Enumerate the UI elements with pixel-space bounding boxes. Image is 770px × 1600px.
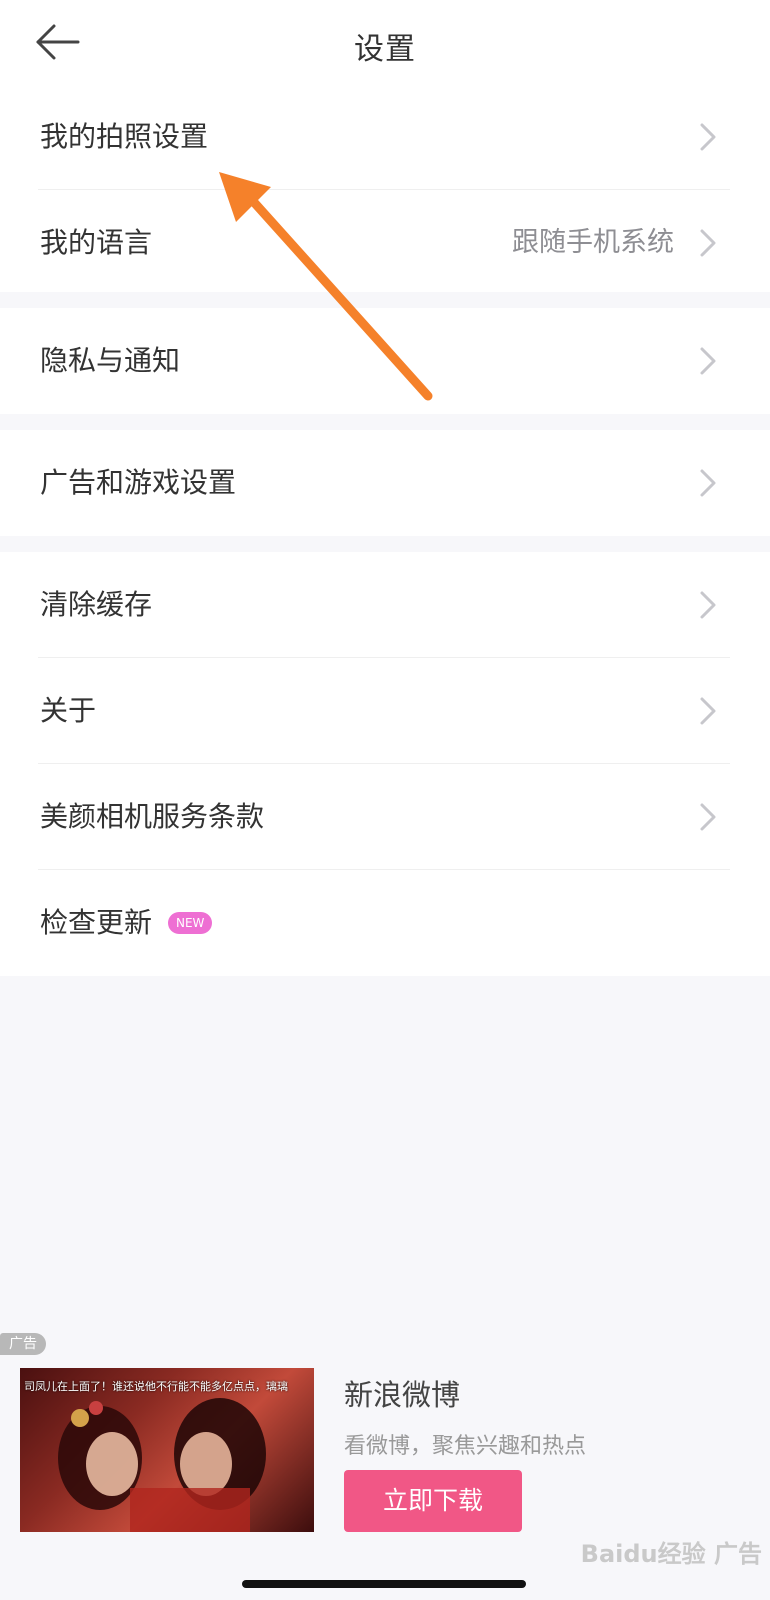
settings-group-1: 我的拍照设置 我的语言 跟随手机系统 [0,84,770,292]
chevron-right-icon [700,229,716,257]
home-indicator[interactable] [242,1580,526,1588]
terms-of-service-label: 美颜相机服务条款 [40,800,265,833]
app-header: 设置 [0,0,770,85]
new-badge: NEW [168,912,213,934]
ad-tag: 广告 [0,1333,46,1355]
language-row[interactable]: 我的语言 跟随手机系统 [0,190,770,296]
ad-game-settings-label: 广告和游戏设置 [40,466,237,499]
chevron-right-icon [700,123,716,151]
ad-subtitle: 看微博，聚焦兴趣和热点 [344,1434,587,1459]
chevron-right-icon [700,469,716,497]
chevron-right-icon [700,591,716,619]
privacy-notifications-label: 隐私与通知 [40,344,181,377]
language-value: 跟随手机系统 [512,227,674,258]
photo-settings-row[interactable]: 我的拍照设置 [0,84,770,190]
about-label: 关于 [40,694,97,727]
privacy-notifications-row[interactable]: 隐私与通知 [0,308,770,414]
page-title: 设置 [354,32,416,67]
clear-cache-row[interactable]: 清除缓存 [0,552,770,658]
ad-title: 新浪微博 [344,1378,461,1412]
download-now-button[interactable]: 立即下载 [344,1470,522,1532]
check-update-row[interactable]: 检查更新 NEW [0,870,770,976]
clear-cache-label: 清除缓存 [40,588,153,621]
chevron-right-icon [700,803,716,831]
settings-group-2: 隐私与通知 [0,308,770,414]
language-label: 我的语言 [40,226,153,259]
chevron-right-icon [700,697,716,725]
ad-game-settings-row[interactable]: 广告和游戏设置 [0,430,770,536]
terms-of-service-row[interactable]: 美颜相机服务条款 [0,764,770,870]
baidu-watermark: Baidu经验 广告 [580,1540,762,1568]
settings-group-3: 广告和游戏设置 [0,430,770,536]
ad-image-caption: 司凤儿在上面了！谁还说他不行能不能多亿点点，璃璃 [24,1380,288,1393]
chevron-right-icon [700,347,716,375]
settings-group-4: 清除缓存 关于 美颜相机服务条款 检查更新 NEW [0,552,770,976]
check-update-label: 检查更新 [40,906,153,939]
ad-image[interactable]: 司凤儿在上面了！谁还说他不行能不能多亿点点，璃璃 [20,1368,314,1532]
photo-settings-label: 我的拍照设置 [40,120,209,153]
about-row[interactable]: 关于 [0,658,770,764]
